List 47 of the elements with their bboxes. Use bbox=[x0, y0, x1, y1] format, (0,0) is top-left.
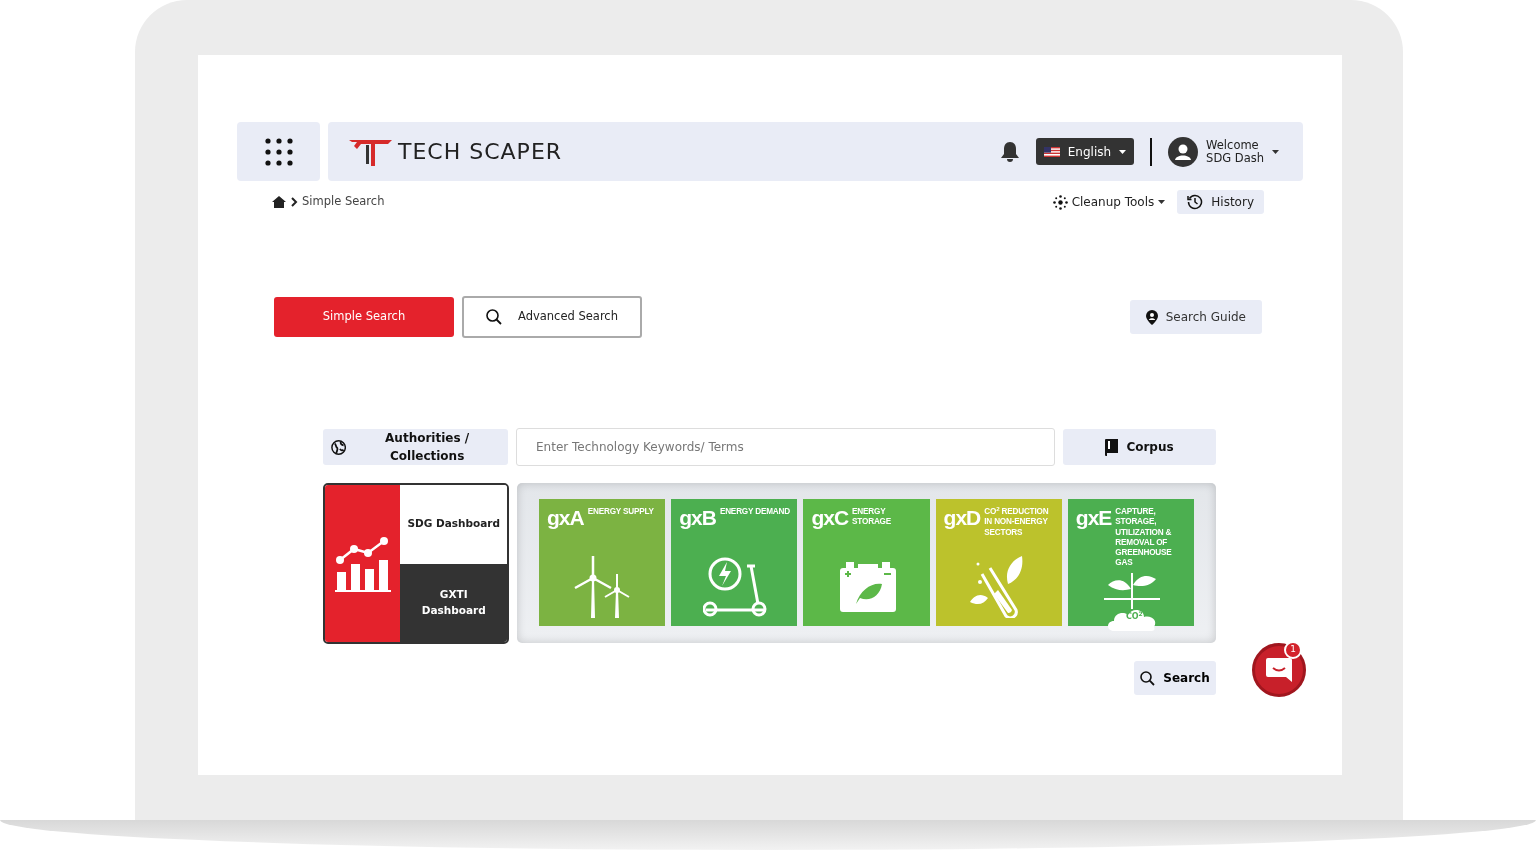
grid-icon bbox=[264, 137, 293, 166]
bell-icon[interactable] bbox=[999, 140, 1020, 163]
corpus-button[interactable]: Corpus bbox=[1063, 429, 1216, 465]
notification-count: 1 bbox=[1284, 641, 1302, 659]
category-title: ENERGY SUPPLY bbox=[587, 507, 654, 518]
caret-icon bbox=[1158, 200, 1166, 204]
category-title: CO$^{2}$ REDUCTION IN NON-ENERGY SECTORS bbox=[984, 507, 1050, 538]
cleanup-tools-dropdown[interactable]: Cleanup Tools bbox=[1048, 191, 1170, 213]
chat-widget-button[interactable] bbox=[1252, 643, 1306, 697]
avatar-icon[interactable] bbox=[1168, 136, 1199, 167]
chat-icon bbox=[1266, 658, 1292, 682]
search-button[interactable]: Search bbox=[1134, 661, 1216, 695]
search-icon bbox=[486, 309, 502, 325]
apps-menu-button[interactable] bbox=[237, 122, 320, 181]
category-title: CAPTURE, STORAGE, UTILIZATION & REMOVAL OF GREENHOUSE GAS bbox=[1115, 507, 1173, 569]
category-title: ENERGY DEMAND bbox=[719, 507, 790, 518]
caret-icon[interactable] bbox=[1272, 149, 1279, 154]
language-dropdown[interactable]: English bbox=[1035, 138, 1135, 165]
dots-icon bbox=[1052, 194, 1068, 210]
search-guide-button[interactable]: Search Guide bbox=[1129, 300, 1262, 334]
category-title: ENERGY STORAGE bbox=[852, 507, 893, 528]
category-code: gxE bbox=[1075, 507, 1112, 528]
flag-icon bbox=[1043, 146, 1060, 157]
book-icon bbox=[1105, 438, 1119, 456]
globe-icon bbox=[331, 438, 347, 456]
dashboard-link[interactable]: GXTI Dashboard bbox=[400, 563, 507, 642]
authorities-collections-button[interactable]: Authorities / Collections bbox=[323, 429, 508, 465]
search-mode-tab[interactable]: Advanced Search bbox=[462, 296, 642, 338]
home-icon[interactable] bbox=[272, 196, 286, 208]
caret-icon bbox=[1119, 149, 1127, 154]
category-code: gxB bbox=[679, 507, 716, 528]
bar-chart-icon bbox=[333, 535, 392, 592]
category-code: gxD bbox=[943, 507, 981, 528]
logo-text: TECH SCAPER bbox=[398, 138, 563, 166]
breadcrumb-current: Simple Search bbox=[302, 193, 385, 211]
clock-icon bbox=[1187, 194, 1204, 210]
category-code: gxC bbox=[811, 507, 849, 528]
location-pin-icon bbox=[1145, 309, 1158, 325]
history-button[interactable]: History bbox=[1177, 190, 1264, 214]
category-code: gxA bbox=[547, 507, 584, 528]
search-icon bbox=[1140, 670, 1156, 686]
search-mode-tab[interactable]: Simple Search bbox=[274, 297, 454, 337]
welcome-text: Welcome bbox=[1206, 138, 1260, 152]
cloud-label: CO$^{2}$ bbox=[1125, 612, 1143, 621]
keyword-input[interactable]: Enter Technology Keywords/ Terms bbox=[516, 428, 1055, 466]
user-name[interactable]: SDG Dash bbox=[1206, 151, 1264, 165]
chevron-icon bbox=[290, 197, 298, 207]
